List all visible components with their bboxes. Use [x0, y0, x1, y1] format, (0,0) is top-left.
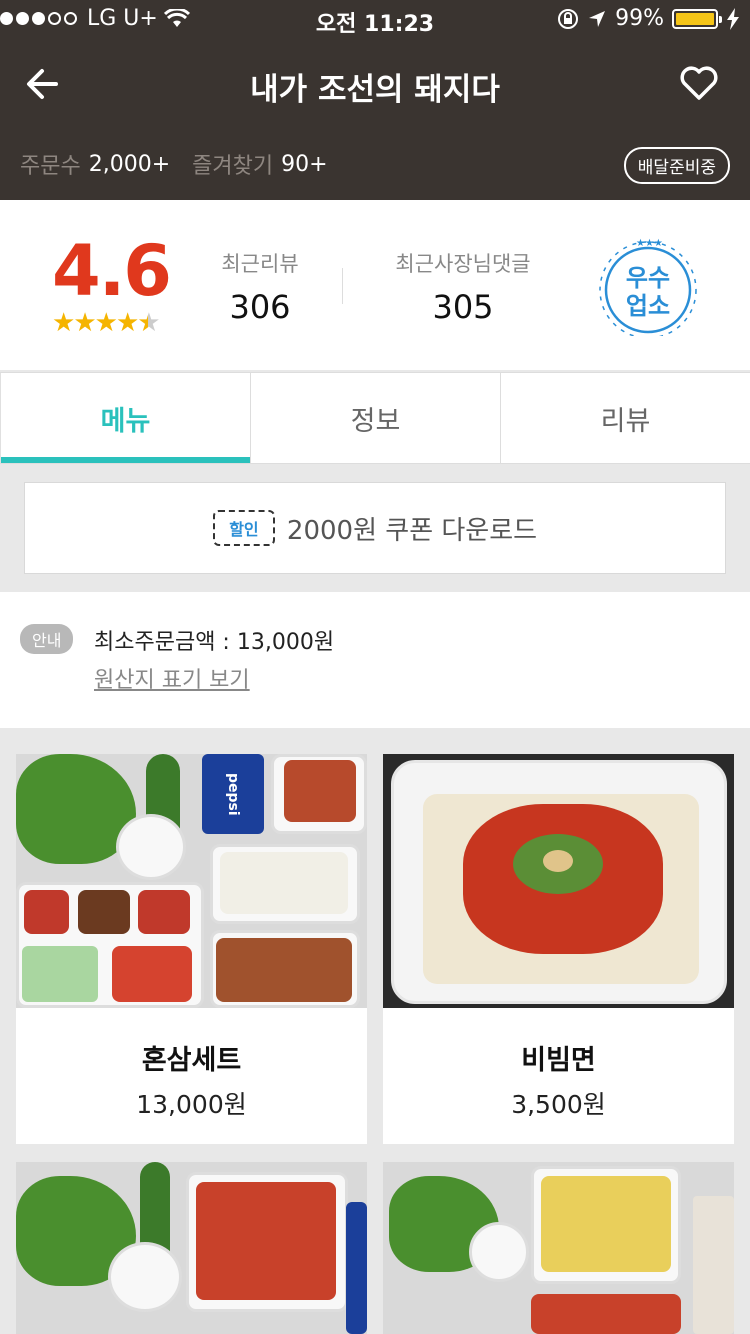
star-icon: ★ — [94, 308, 118, 338]
favorites-value: 90+ — [281, 151, 328, 177]
origin-info-link[interactable]: 원산지 표기 보기 — [94, 662, 250, 694]
menu-item-price: 3,500원 — [511, 1090, 606, 1119]
tab-info[interactable]: 정보 — [250, 373, 500, 463]
menu-item[interactable] — [383, 1162, 734, 1334]
menu-item-photo — [16, 1162, 367, 1334]
svg-text:★★★: ★★★ — [636, 238, 663, 249]
recent-reviews-count: 306 — [229, 288, 291, 326]
badge-line1: 우수 — [626, 264, 670, 292]
rotation-lock-icon — [558, 8, 579, 29]
owner-replies: 최근사장님댓글 305 — [388, 248, 538, 326]
menu-item-name: 혼삼세트 — [141, 1045, 242, 1076]
menu-item[interactable]: pepsi 혼삼세트 13,000원 — [16, 754, 367, 1144]
menu-item[interactable] — [16, 1162, 367, 1334]
charging-bolt-icon — [727, 7, 739, 30]
rating-section: 4.6 ★★★★★ 최근리뷰 306 최근사장님댓글 305 ★★★ 우수 업소 — [0, 200, 750, 370]
store-stats: 주문수 2,000+ 즐겨찾기 90+ — [20, 148, 350, 180]
min-order-text: 최소주문금액 : 13,000원 — [94, 630, 335, 655]
owner-replies-count: 305 — [432, 288, 494, 326]
menu-item-price: 13,000원 — [136, 1090, 247, 1119]
badge-line2: 업소 — [626, 292, 670, 320]
owner-replies-label: 최근사장님댓글 — [395, 252, 531, 276]
status-right: 99% — [557, 6, 740, 31]
coupon-text: 2000원 쿠폰 다운로드 — [286, 515, 538, 546]
recent-reviews: 최근리뷰 306 — [218, 248, 302, 326]
star-icon: ★ — [52, 308, 75, 338]
menu-item-photo — [383, 1162, 734, 1334]
store-notice: 안내 최소주문금액 : 13,000원 원산지 표기 보기 — [0, 592, 750, 728]
battery-percent: 99% — [615, 6, 664, 31]
app-header: LG U+ 오전 11:23 99% 내가 조선의 돼지다 주문수 2,000+… — [0, 0, 750, 200]
recent-reviews-label: 최근리뷰 — [221, 252, 299, 276]
orders-value: 2,000+ — [88, 151, 171, 177]
page-title: 내가 조선의 돼지다 — [250, 72, 500, 108]
coupon-ticket-icon: 할인 — [212, 510, 275, 546]
menu-item[interactable]: 비빔면 3,500원 — [383, 754, 734, 1144]
excellent-store-badge-icon: ★★★ 우수 업소 — [599, 238, 697, 336]
pepsi-can: pepsi — [202, 754, 264, 834]
rating-score: 4.6 — [52, 230, 172, 312]
coupon-download-button[interactable]: 할인 2000원 쿠폰 다운로드 — [24, 482, 726, 574]
status-bar: LG U+ 오전 11:23 99% — [0, 0, 750, 40]
menu-item-photo — [383, 754, 734, 1008]
heart-icon[interactable] — [678, 62, 720, 104]
tab-menu[interactable]: 메뉴 — [0, 373, 250, 463]
notice-tag: 안내 — [20, 624, 74, 654]
menu-item-name: 비빔면 — [521, 1045, 596, 1076]
menu-item-photo: pepsi — [16, 754, 367, 1008]
battery-icon — [672, 8, 722, 29]
tab-review[interactable]: 리뷰 — [500, 373, 750, 463]
divider — [342, 268, 343, 304]
location-arrow-icon — [589, 10, 606, 27]
half-star-icon: ★ — [137, 308, 160, 338]
orders-label: 주문수 — [20, 154, 81, 179]
star-icon: ★ — [115, 308, 139, 338]
delivery-status-badge: 배달준비중 — [623, 147, 730, 184]
tab-bar: 메뉴 정보 리뷰 — [0, 372, 750, 464]
favorites-label: 즐겨찾기 — [192, 154, 274, 179]
star-rating: ★★★★★ — [52, 308, 161, 338]
star-icon: ★ — [73, 308, 96, 338]
